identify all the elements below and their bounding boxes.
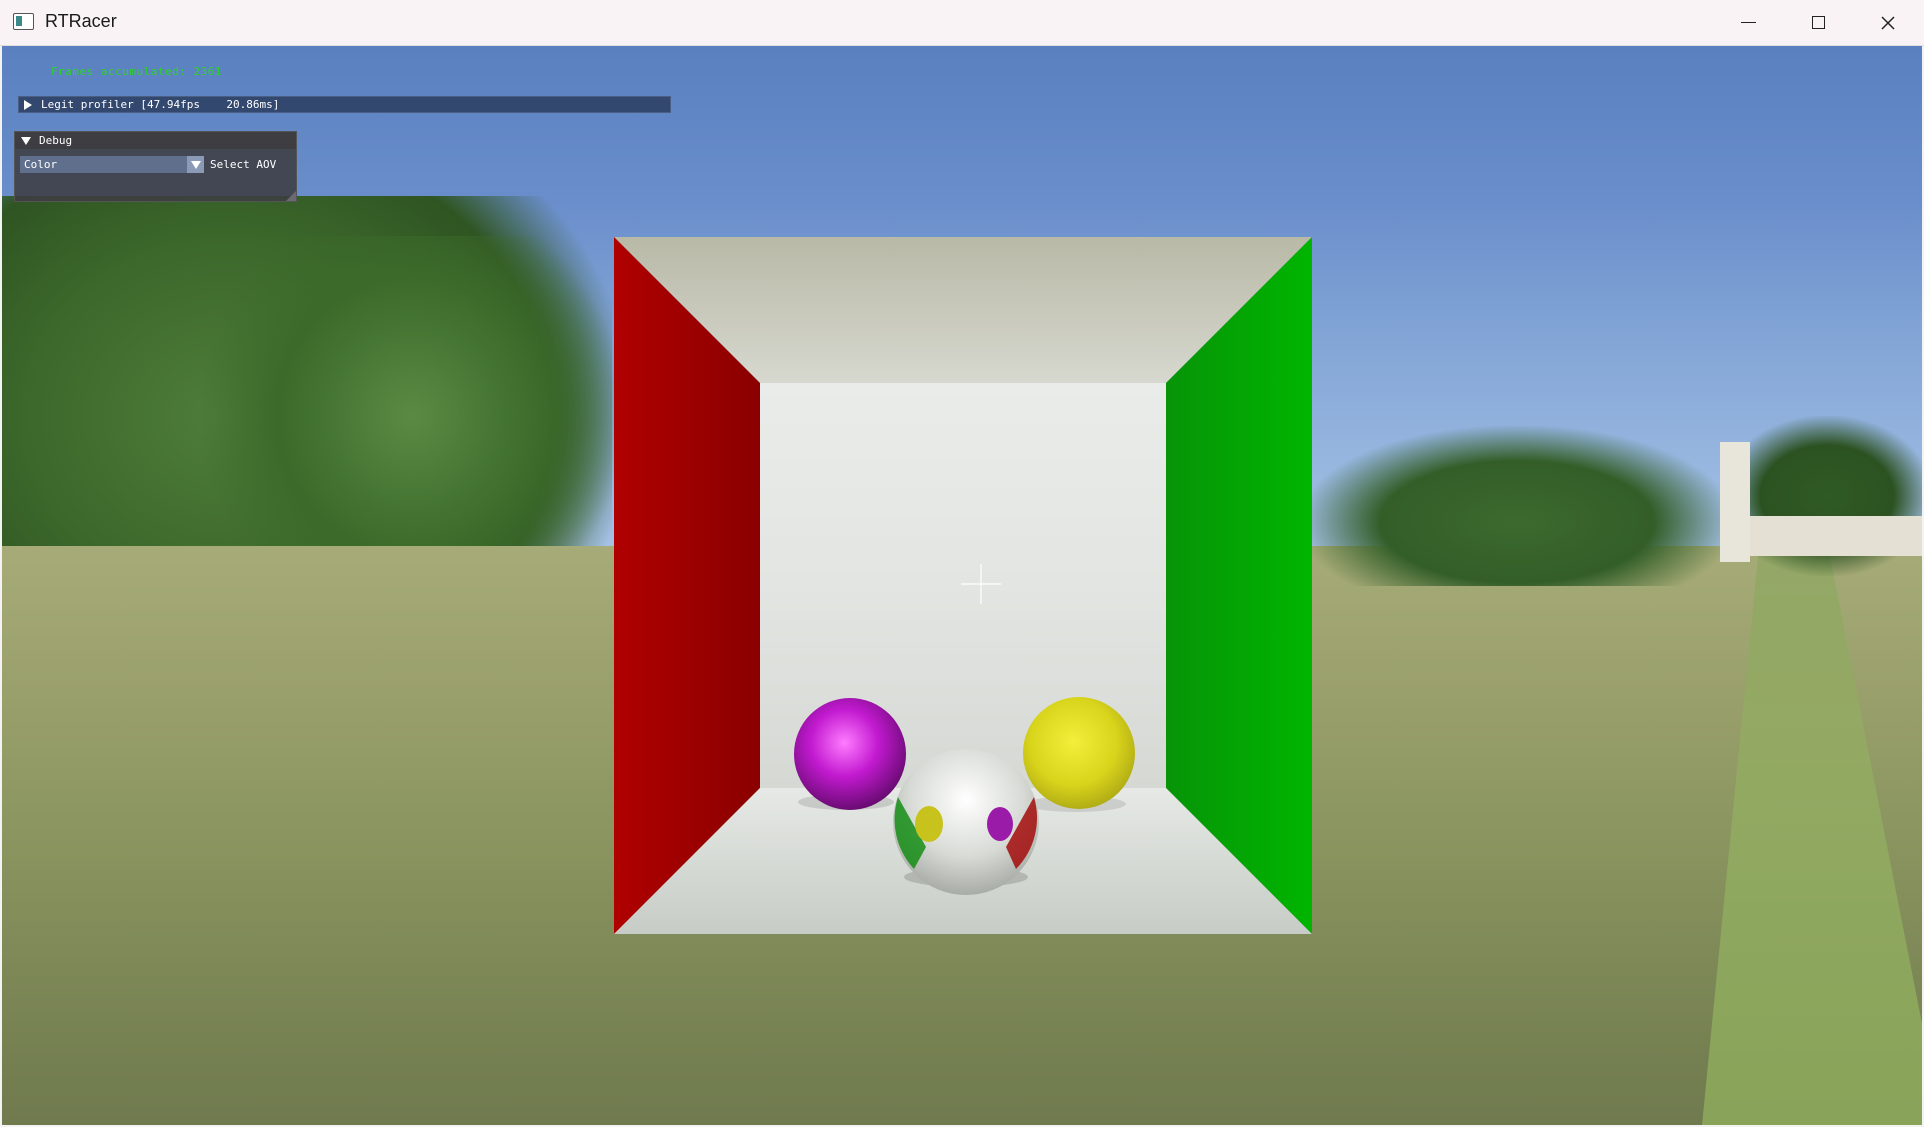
cornell-box-render: [614, 237, 1312, 934]
debug-header[interactable]: Debug: [15, 132, 296, 149]
debug-panel: Debug Color Select AOV: [14, 131, 297, 202]
render-viewport[interactable]: Frames accumulated: 2361 Legit profiler …: [2, 46, 1922, 1125]
expand-arrow-icon: [24, 99, 32, 110]
collapse-arrow-icon: [21, 136, 31, 145]
dropdown-caret-icon[interactable]: [187, 156, 204, 173]
title-bar[interactable]: RTRacer: [0, 0, 1924, 46]
aov-selected-value: Color: [24, 158, 58, 171]
frames-accumulated-text: Frames accumulated: 2361: [51, 65, 222, 78]
aov-label: Select AOV: [210, 158, 277, 171]
window-title: RTRacer: [45, 11, 117, 31]
minimize-button[interactable]: [1713, 0, 1783, 45]
maximize-icon: [1811, 16, 1825, 29]
close-icon: [1881, 15, 1895, 30]
distant-tower: [1720, 442, 1750, 562]
debug-title: Debug: [39, 134, 73, 147]
aov-select[interactable]: Color: [20, 156, 204, 173]
profiler-header[interactable]: Legit profiler [47.94fps 20.86ms]: [18, 96, 671, 113]
app-window: RTRacer Frames accumulated: 2361 Legit p…: [0, 0, 1924, 1127]
trees-right: [1302, 426, 1732, 586]
resize-grip-icon[interactable]: [286, 191, 296, 201]
distant-building: [1732, 516, 1922, 556]
close-button[interactable]: [1853, 0, 1923, 45]
profiler-label: Legit profiler [47.94fps 20.86ms]: [41, 98, 280, 111]
minimize-icon: [1740, 21, 1756, 24]
maximize-button[interactable]: [1783, 0, 1853, 45]
app-icon: [13, 13, 34, 30]
